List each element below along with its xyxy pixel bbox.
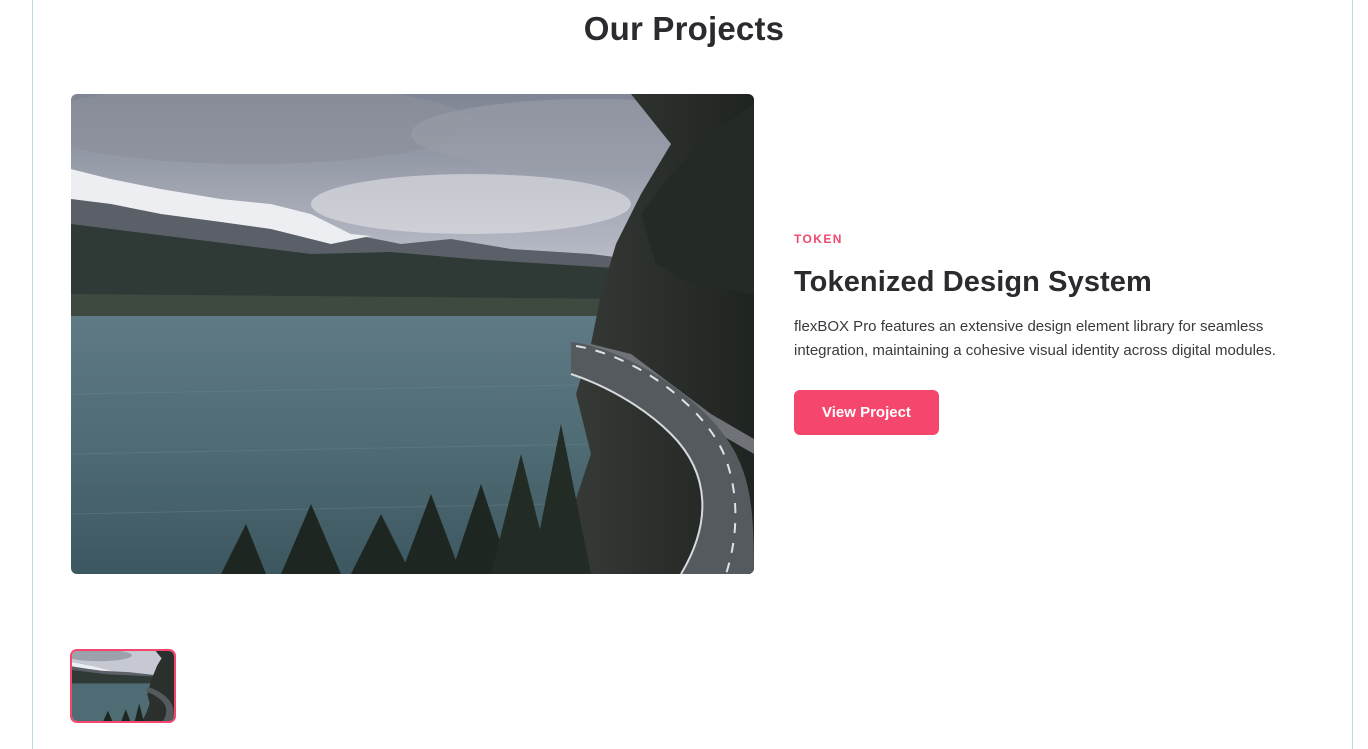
project-title: Tokenized Design System — [794, 266, 1152, 298]
project-hero-image[interactable] — [71, 94, 754, 574]
project-thumbnail[interactable] — [70, 649, 176, 723]
landscape-photo — [71, 94, 754, 574]
view-project-button[interactable]: View Project — [794, 390, 939, 435]
project-category: TOKEN — [794, 232, 843, 246]
section-title: Our Projects — [583, 10, 785, 47]
project-description: flexBOX Pro features an extensive design… — [794, 318, 1276, 359]
thumbnail-photo — [72, 651, 174, 721]
project-info: TOKEN Tokenized Design System flexBOX Pr… — [794, 232, 1334, 435]
